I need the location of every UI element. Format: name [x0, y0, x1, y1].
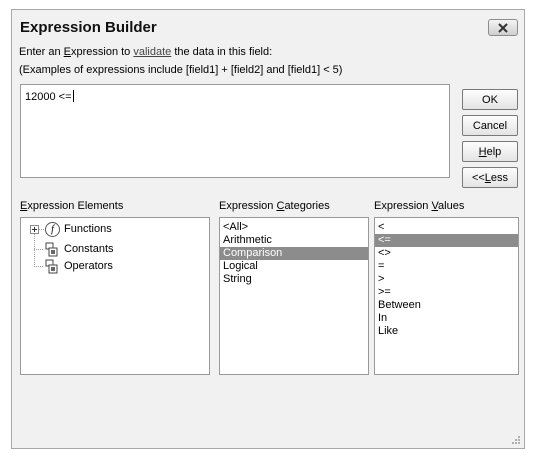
expression-text: 12000 <=: [25, 91, 72, 103]
help-button[interactable]: Help: [462, 141, 518, 162]
value-item-like[interactable]: Like: [375, 325, 518, 338]
instruction-text: Enter an Expression to validate the data…: [19, 46, 273, 58]
values-label: Expression Values: [374, 200, 465, 212]
ok-button[interactable]: OK: [462, 89, 518, 110]
categories-list[interactable]: <All> Arithmetic Comparison Logical Stri…: [219, 217, 369, 375]
tree-item-label: Constants: [64, 243, 114, 255]
text-caret: [72, 90, 74, 102]
value-item-not-equal[interactable]: <>: [375, 247, 518, 260]
values-list[interactable]: < <= <> = > >= Between In Like: [374, 217, 519, 375]
elements-label: Expression Elements: [20, 200, 124, 212]
categories-label: Expression Categories: [219, 200, 330, 212]
value-item-less-than[interactable]: <: [375, 221, 518, 234]
value-item-equal[interactable]: =: [375, 260, 518, 273]
validate-link[interactable]: validate: [133, 46, 171, 58]
category-item-comparison[interactable]: Comparison: [220, 247, 368, 260]
tree-item-label: Operators: [64, 260, 113, 272]
expression-input[interactable]: 12000 <=: [20, 84, 450, 178]
elements-tree[interactable]: f Functions Constants Operators: [20, 217, 210, 375]
close-icon: [498, 22, 508, 33]
value-item-between[interactable]: Between: [375, 299, 518, 312]
folder-icon: [45, 242, 59, 260]
cancel-button[interactable]: Cancel: [462, 115, 518, 136]
tree-item-label: Functions: [64, 223, 112, 235]
value-item-greater-than[interactable]: >: [375, 273, 518, 286]
less-button[interactable]: << Less: [462, 167, 518, 188]
expand-plus-icon[interactable]: [30, 225, 39, 234]
function-icon: f: [45, 222, 60, 237]
value-item-greater-equal[interactable]: >=: [375, 286, 518, 299]
dialog-title: Expression Builder: [20, 19, 157, 36]
category-item-logical[interactable]: Logical: [220, 260, 368, 273]
folder-icon: [45, 259, 59, 277]
expression-builder-dialog: Expression Builder Enter an Expression t…: [11, 9, 525, 449]
value-item-in[interactable]: In: [375, 312, 518, 325]
category-item-string[interactable]: String: [220, 273, 368, 286]
value-item-less-equal[interactable]: <=: [375, 234, 518, 247]
resize-grip-icon[interactable]: [511, 435, 521, 445]
category-item-arithmetic[interactable]: Arithmetic: [220, 234, 368, 247]
close-button[interactable]: [488, 19, 518, 36]
examples-text: (Examples of expressions include [field1…: [19, 64, 343, 76]
category-item-all[interactable]: <All>: [220, 221, 368, 234]
